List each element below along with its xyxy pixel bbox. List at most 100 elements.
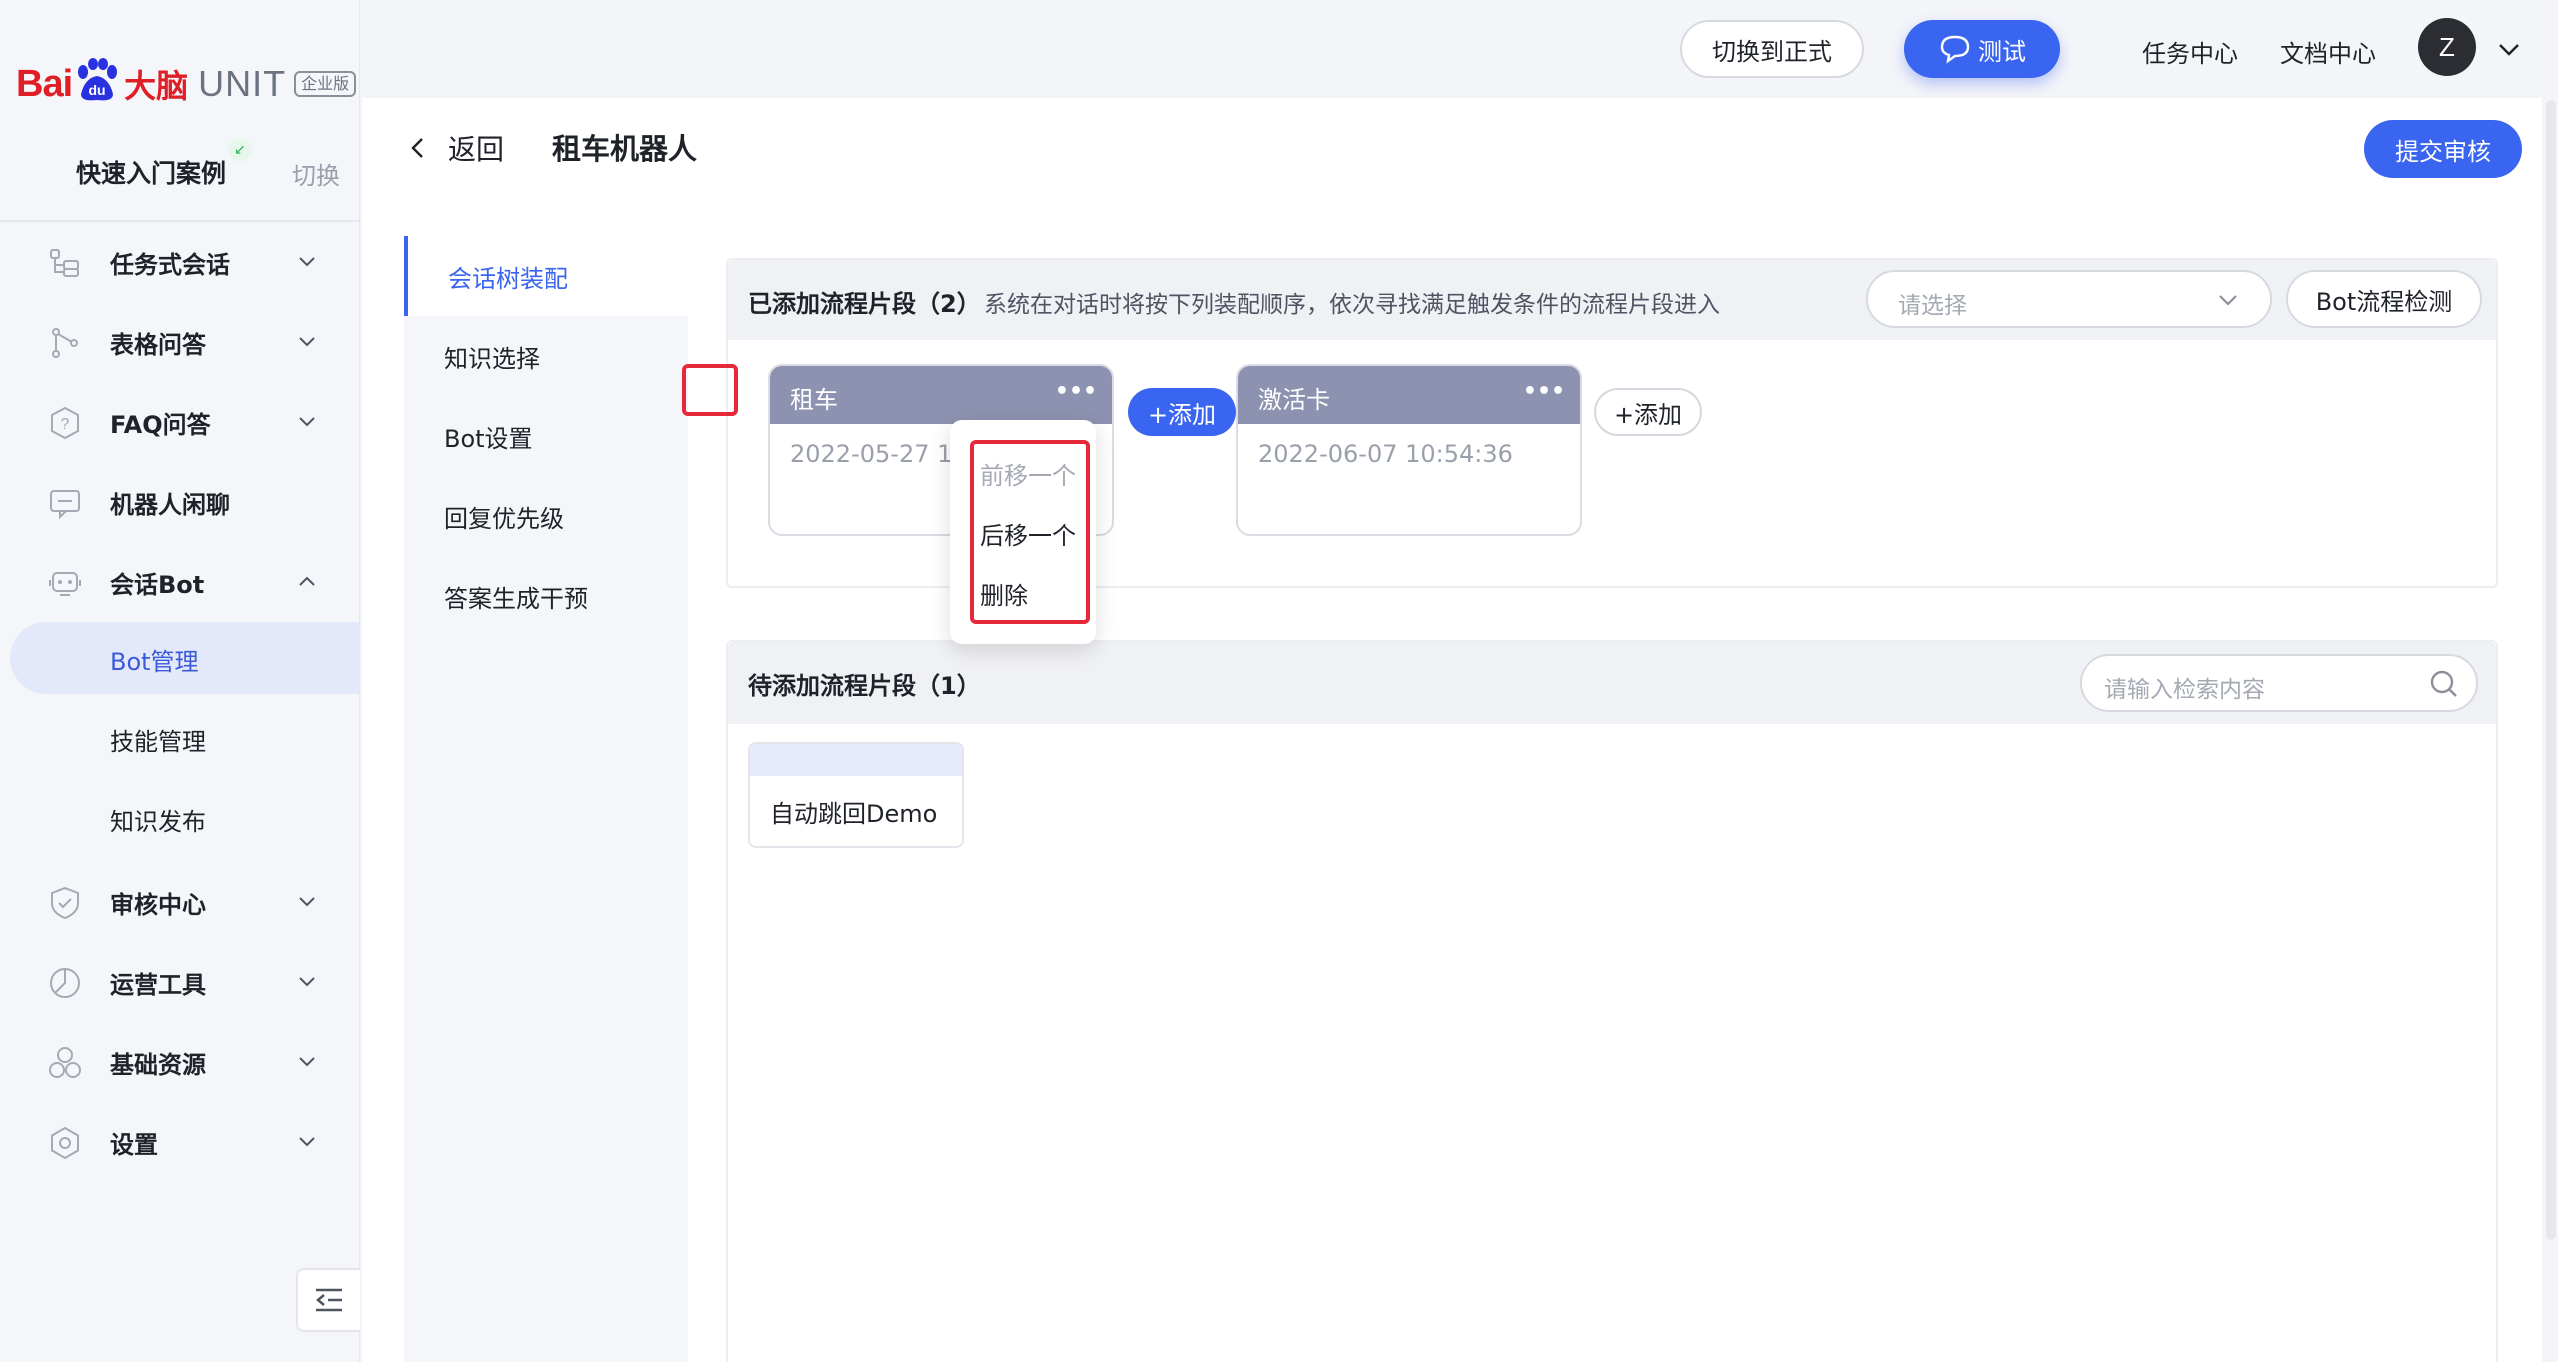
baidu-paw-icon: du xyxy=(73,58,121,102)
pending-fragments-title: 待添加流程片段（1） xyxy=(748,672,981,700)
switch-to-production-button[interactable]: 切换到正式 xyxy=(1680,20,1864,78)
project-switch-link[interactable]: 切换 xyxy=(292,156,340,191)
pending-fragment-card-header xyxy=(750,744,962,776)
tab-bot-settings[interactable]: Bot设置 xyxy=(404,396,688,476)
fragment-card-header: 租车 ••• xyxy=(770,366,1112,424)
sidebar-item-label: FAQ问答 xyxy=(110,410,211,439)
fragment-select-placeholder: 请选择 xyxy=(1898,293,1967,319)
tab-knowledge-selection[interactable]: 知识选择 xyxy=(404,316,688,396)
table-qa-icon xyxy=(52,328,78,358)
sidebar-collapse-button[interactable] xyxy=(296,1268,360,1332)
sidebar-item-ops-tools[interactable]: 运营工具 xyxy=(0,946,360,1018)
fragment-name: 激活卡 xyxy=(1258,386,1330,414)
chat-icon xyxy=(50,490,80,520)
shield-icon xyxy=(51,886,79,920)
test-button-label: 测试 xyxy=(1978,37,2026,66)
menu-item-move-forward[interactable]: 前移一个 xyxy=(980,456,1076,491)
fragment-select[interactable]: 请选择 xyxy=(1866,270,2272,328)
logo-du-text: du xyxy=(89,82,106,98)
sidebar-item-review-center[interactable]: 审核中心 xyxy=(0,866,360,938)
sidebar-item-label: 审核中心 xyxy=(110,890,206,919)
sidebar-item-label: 机器人闲聊 xyxy=(110,490,230,519)
project-name: 快速入门案例 xyxy=(76,159,227,188)
sidebar-item-label: 会话Bot xyxy=(110,570,205,599)
sidebar-item-dialog-bot[interactable]: 会话Bot xyxy=(0,546,360,618)
search-placeholder: 请输入检索内容 xyxy=(2104,677,2265,703)
chevron-down-icon xyxy=(299,417,315,427)
tab-answer-intervention[interactable]: 答案生成干预 xyxy=(404,556,688,636)
sidebar-item-label: Bot管理 xyxy=(110,648,199,676)
sidebar-item-settings[interactable]: 设置 xyxy=(0,1106,360,1178)
logo-unit-text: UNIT xyxy=(198,63,287,104)
sidebar-item-label: 基础资源 xyxy=(110,1050,206,1079)
back-button[interactable]: 返回 xyxy=(406,128,504,168)
sidebar-item-label: 表格问答 xyxy=(110,330,206,359)
sidebar-item-faq[interactable]: ? FAQ问答 xyxy=(0,386,360,458)
search-icon[interactable] xyxy=(2428,668,2460,700)
task-dialog-icon xyxy=(50,249,79,277)
sidebar-item-label: 设置 xyxy=(110,1130,158,1159)
sidebar-item-knowledge-publish[interactable]: 知识发布 xyxy=(0,782,360,854)
top-header: 切换到正式 测试 任务中心 文档中心 Z xyxy=(362,0,2558,100)
chevron-left-icon xyxy=(411,138,423,158)
user-avatar[interactable]: Z xyxy=(2418,18,2476,76)
bot-flow-check-button[interactable]: Bot流程检测 xyxy=(2286,270,2482,328)
resource-icon xyxy=(49,1047,81,1078)
chevron-down-icon xyxy=(299,977,315,987)
added-fragments-title: 已添加流程片段（2） xyxy=(748,290,981,318)
sidebar-item-task-dialog[interactable]: 任务式会话 xyxy=(0,226,360,298)
added-fragments-description: 系统在对话时将按下列装配顺序，依次寻找满足触发条件的流程片段进入 xyxy=(984,292,1720,318)
sidebar-item-label: 任务式会话 xyxy=(110,250,230,279)
chevron-down-icon xyxy=(299,257,315,267)
pending-fragment-name: 自动跳回Demo xyxy=(770,800,938,828)
pending-fragments-panel: 待添加流程片段（1） 请输入检索内容 自动跳回Demo xyxy=(726,640,2498,1362)
back-label: 返回 xyxy=(448,133,505,166)
more-options-icon[interactable]: ••• xyxy=(1054,378,1098,412)
chevron-down-icon xyxy=(299,897,315,907)
fragment-card[interactable]: 激活卡 ••• 2022-06-07 10:54:36 xyxy=(1236,364,1582,536)
more-options-icon[interactable]: ••• xyxy=(1522,378,1566,412)
bot-config-nav: 会话树装配 知识选择 Bot设置 回复优先级 答案生成干预 xyxy=(404,236,688,1362)
sidebar-item-skill-management[interactable]: 技能管理 xyxy=(0,702,360,774)
svg-text:?: ? xyxy=(61,416,70,433)
settings-icon xyxy=(51,1126,79,1160)
test-button[interactable]: 测试 xyxy=(1904,20,2060,78)
faq-icon: ? xyxy=(51,406,79,440)
page-scrollbar[interactable] xyxy=(2546,100,2556,1240)
chevron-down-icon xyxy=(2219,295,2237,306)
chevron-down-icon xyxy=(299,1137,315,1147)
fragment-date: 2022-05-27 1 xyxy=(790,440,953,468)
chevron-down-icon xyxy=(299,337,315,347)
submit-review-button[interactable]: 提交审核 xyxy=(2364,120,2522,178)
pending-fragments-header: 待添加流程片段（1） 请输入检索内容 xyxy=(728,642,2496,724)
doc-center-link[interactable]: 文档中心 xyxy=(2280,34,2376,69)
fragment-name: 租车 xyxy=(790,386,838,414)
add-fragment-button[interactable]: +添加 xyxy=(1128,388,1236,436)
fragment-date: 2022-06-07 10:54:36 xyxy=(1258,440,1513,468)
add-fragment-button[interactable]: +添加 xyxy=(1594,388,1702,436)
sidebar-item-table-qa[interactable]: 表格问答 xyxy=(0,306,360,378)
sidebar-item-chitchat[interactable]: 机器人闲聊 xyxy=(0,466,360,538)
pending-fragment-card[interactable]: 自动跳回Demo xyxy=(748,742,964,848)
project-selector[interactable]: 快速入门案例 切换 xyxy=(0,140,360,200)
sidebar-item-bot-management[interactable]: Bot管理 xyxy=(10,622,360,694)
chart-icon xyxy=(50,968,80,998)
user-menu-chevron-icon[interactable] xyxy=(2496,36,2522,62)
chevron-down-icon xyxy=(299,1057,315,1067)
added-fragments-header: 已添加流程片段（2） 系统在对话时将按下列装配顺序，依次寻找满足触发条件的流程片… xyxy=(728,260,2496,340)
tab-reply-priority[interactable]: 回复优先级 xyxy=(404,476,688,556)
task-center-link[interactable]: 任务中心 xyxy=(2142,34,2238,69)
menu-item-move-backward[interactable]: 后移一个 xyxy=(980,516,1076,551)
chevron-up-icon xyxy=(299,576,315,586)
tab-dialog-tree-assembly[interactable]: 会话树装配 xyxy=(404,236,688,316)
menu-item-delete[interactable]: 删除 xyxy=(980,576,1028,611)
sidebar-item-base-resources[interactable]: 基础资源 xyxy=(0,1026,360,1098)
collapse-menu-icon xyxy=(316,1288,342,1312)
bot-icon xyxy=(49,572,81,596)
chat-bubble-icon xyxy=(1940,35,1970,64)
sidebar-divider xyxy=(0,220,360,222)
sidebar-item-label: 运营工具 xyxy=(110,970,206,999)
search-input[interactable]: 请输入检索内容 xyxy=(2080,654,2478,712)
brand-logo[interactable]: Bai du 大脑 UNIT 企业版 xyxy=(16,54,357,114)
page-title: 租车机器人 xyxy=(552,132,698,166)
